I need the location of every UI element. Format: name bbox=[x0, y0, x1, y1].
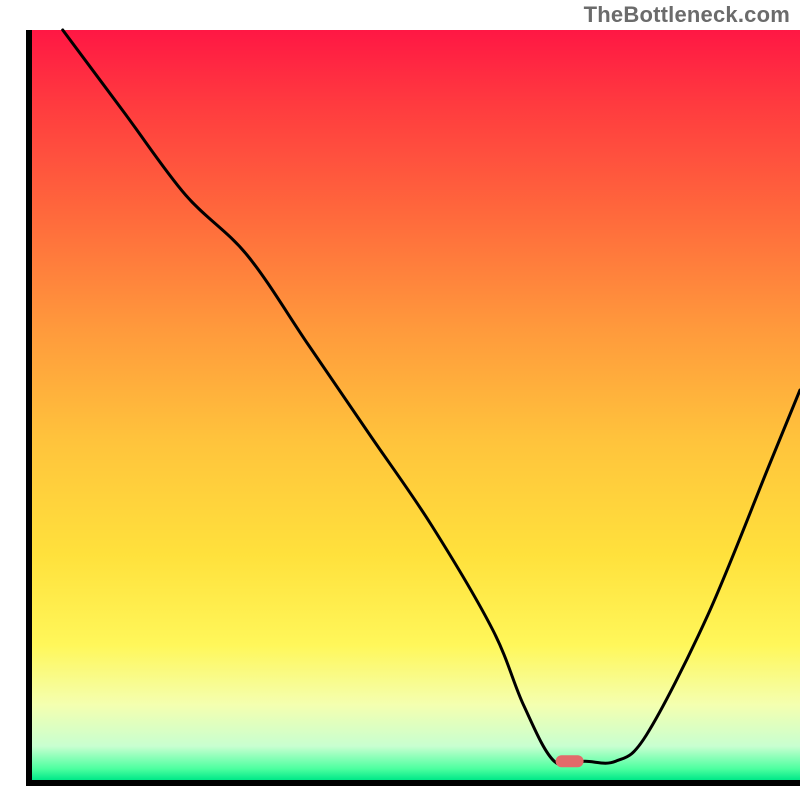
bottleneck-chart bbox=[0, 0, 800, 800]
optimal-marker bbox=[556, 755, 584, 767]
chart-frame: TheBottleneck.com bbox=[0, 0, 800, 800]
watermark-text: TheBottleneck.com bbox=[584, 2, 790, 28]
